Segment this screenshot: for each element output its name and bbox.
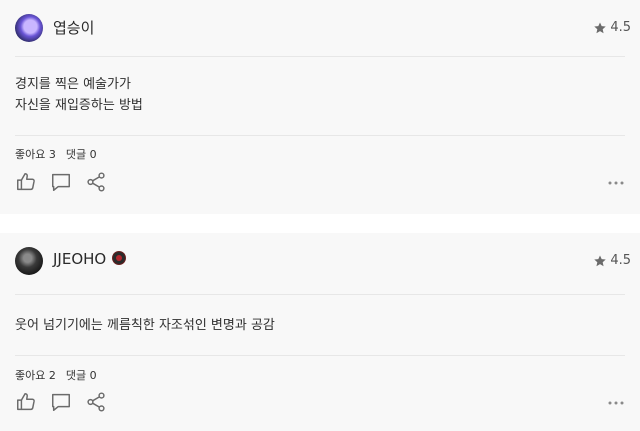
divider <box>15 56 625 57</box>
review-meta: 좋아요 2 댓글 0 <box>15 367 107 383</box>
review-meta: 좋아요 3 댓글 0 <box>15 146 107 162</box>
comment-count: 댓글 0 <box>65 148 97 161</box>
review-header: 엽승이 4.5 <box>0 0 640 56</box>
thumbs-up-icon[interactable] <box>15 171 37 193</box>
thumbs-up-icon[interactable] <box>15 391 37 413</box>
more-icon[interactable] <box>607 180 625 186</box>
avatar[interactable] <box>15 14 43 42</box>
username[interactable]: 엽승이 <box>53 17 94 38</box>
review-card: JJEOHO 4.5 웃어 넘기기에는 께름칙한 자조섞인 변명과 공감 좋아요… <box>0 233 640 431</box>
rating: 4.5 <box>593 20 631 35</box>
comment-icon[interactable] <box>50 391 72 413</box>
share-icon[interactable] <box>85 171 107 193</box>
review-text[interactable]: 경지를 찍은 예술가가 자신을 재입증하는 방법 <box>15 74 625 116</box>
comment-icon[interactable] <box>50 171 72 193</box>
avatar[interactable] <box>15 247 43 275</box>
share-icon[interactable] <box>85 391 107 413</box>
review-card: 엽승이 4.5 경지를 찍은 예술가가 자신을 재입증하는 방법 좋아요 3 댓글… <box>0 0 640 214</box>
username[interactable]: JJEOHO <box>53 250 127 268</box>
star-icon <box>594 254 607 266</box>
review-actions <box>15 171 625 197</box>
like-count: 좋아요 2 <box>15 369 56 382</box>
review-header: JJEOHO 4.5 <box>0 233 640 289</box>
review-feed: 엽승이 4.5 경지를 찍은 예술가가 자신을 재입증하는 방법 좋아요 3 댓글… <box>0 0 640 431</box>
review-actions <box>15 391 625 417</box>
rating-value: 4.5 <box>610 253 631 268</box>
user-badge-icon <box>112 251 127 265</box>
rating-value: 4.5 <box>610 20 631 35</box>
divider <box>15 135 625 136</box>
review-text[interactable]: 웃어 넘기기에는 께름칙한 자조섞인 변명과 공감 <box>15 315 625 336</box>
comment-count: 댓글 0 <box>65 369 97 382</box>
rating: 4.5 <box>593 253 631 268</box>
like-count: 좋아요 3 <box>15 148 56 161</box>
username-text: JJEOHO <box>53 250 107 268</box>
divider <box>15 355 625 356</box>
divider <box>15 294 625 295</box>
star-icon <box>594 21 607 33</box>
more-icon[interactable] <box>607 400 625 406</box>
